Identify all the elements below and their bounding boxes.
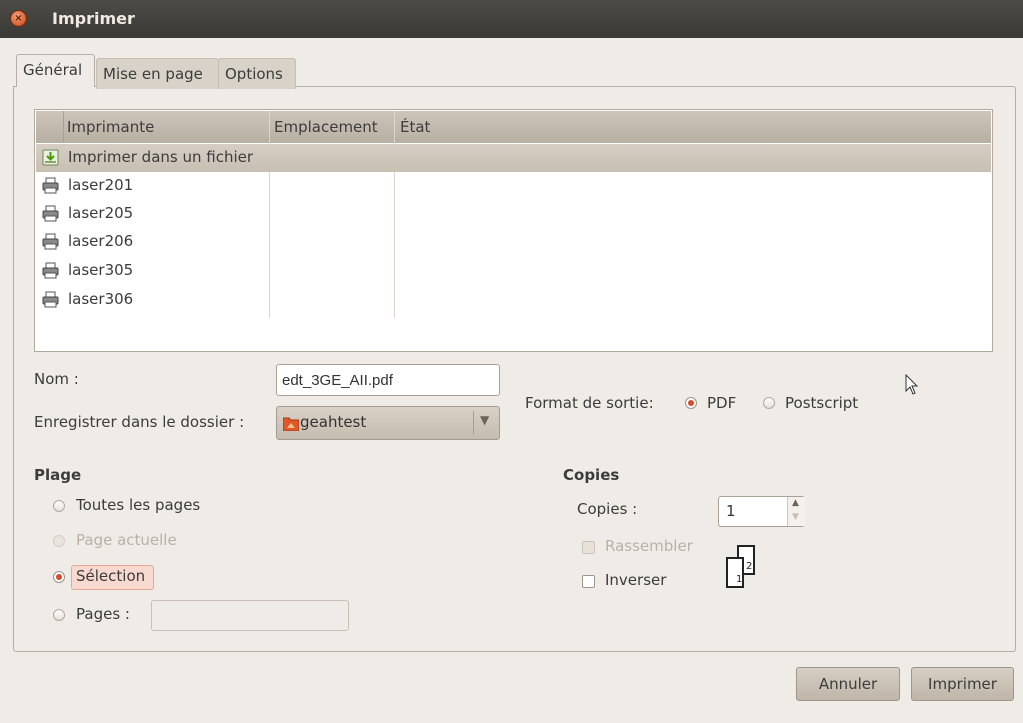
printer-row-laser306[interactable]: laser306 [36,286,991,314]
printer-icon [42,177,59,194]
printer-icon [42,262,59,279]
range-selection-radio[interactable] [53,571,65,583]
range-pages-radio[interactable] [53,609,65,621]
range-section-title: Plage [34,466,82,484]
cancel-button[interactable]: Annuler [796,667,900,701]
spinner-buttons: ▲ ▼ [787,497,805,526]
tab-page-setup[interactable]: Mise en page [96,58,219,89]
copies-label: Copies : [577,500,638,518]
printer-list-header: Imprimante Emplacement État [36,111,991,143]
column-separator [63,111,64,143]
printer-icon [42,205,59,222]
folder-combobox[interactable]: geahtest ▼ [276,406,500,440]
close-icon[interactable]: × [10,10,27,27]
folder-name: geahtest [300,413,367,431]
copies-value: 1 [726,502,736,520]
pages-input[interactable] [151,600,349,631]
column-header-location[interactable]: Emplacement [274,118,378,136]
spin-up-icon[interactable]: ▲ [792,498,799,508]
printer-icon [42,291,59,308]
page-icon: 1 [726,557,744,588]
save-to-file-icon [42,149,59,166]
printer-name: laser206 [68,232,134,250]
spin-down-icon[interactable]: ▼ [792,512,799,522]
title-bar: × Imprimer [0,0,1023,38]
collate-checkbox [582,541,595,554]
format-postscript-label[interactable]: Postscript [785,394,858,412]
printer-row-laser206[interactable]: laser206 [36,228,991,256]
page-number: 2 [746,561,753,572]
printer-name: laser306 [68,290,134,308]
copies-section-title: Copies [563,466,620,484]
copies-spinner[interactable]: 1 ▲ ▼ [718,496,805,527]
collate-label: Rassembler [605,537,693,555]
range-pages-label[interactable]: Pages : [76,605,130,623]
printer-name: laser201 [68,176,134,194]
filename-input[interactable] [276,364,500,396]
printer-name: laser305 [68,261,134,279]
printer-row-laser201[interactable]: laser201 [36,172,991,200]
folder-label: Enregistrer dans le dossier : [34,413,245,431]
range-all-label[interactable]: Toutes les pages [76,496,200,514]
collate-diagram: 2 1 [724,543,784,593]
tab-general[interactable]: Général [16,54,95,87]
folder-icon [283,417,299,431]
format-pdf-radio[interactable] [685,397,697,409]
format-pdf-label[interactable]: PDF [707,394,736,412]
printer-icon [42,233,59,250]
mouse-cursor-icon [905,374,919,395]
reverse-label[interactable]: Inverser [605,571,666,589]
format-label: Format de sortie: [525,394,654,412]
printer-row-laser205[interactable]: laser205 [36,200,991,228]
range-current-label: Page actuelle [76,531,177,549]
printer-name: laser205 [68,204,134,222]
print-button[interactable]: Imprimer [911,667,1014,701]
tab-options[interactable]: Options [218,58,296,89]
printer-row-file[interactable]: Imprimer dans un fichier [36,144,991,172]
range-current-radio [53,535,65,547]
format-postscript-radio[interactable] [763,397,775,409]
chevron-down-icon: ▼ [480,413,490,427]
range-all-radio[interactable] [53,500,65,512]
printer-row-laser305[interactable]: laser305 [36,257,991,285]
range-selection-label[interactable]: Sélection [76,567,145,585]
printer-name: Imprimer dans un fichier [68,148,254,166]
combo-separator [473,411,474,435]
column-header-printer[interactable]: Imprimante [67,118,154,136]
window-title: Imprimer [52,9,135,28]
column-header-state[interactable]: État [400,118,430,136]
reverse-checkbox[interactable] [582,575,595,588]
page-number: 1 [736,574,743,585]
printer-list[interactable]: Imprimante Emplacement État Imprimer dan… [34,109,993,352]
name-label: Nom : [34,370,79,388]
